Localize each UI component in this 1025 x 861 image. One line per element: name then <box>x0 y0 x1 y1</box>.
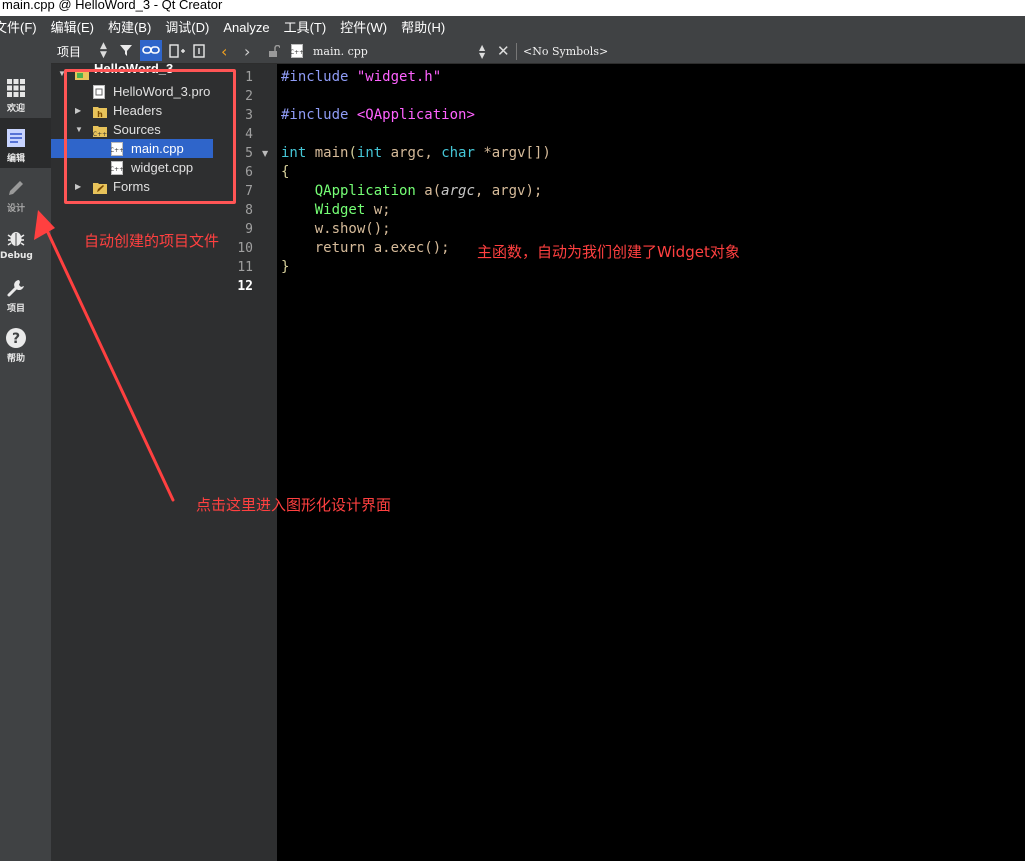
arrow-head-icon <box>34 210 55 240</box>
annotation-arrow <box>34 210 175 502</box>
